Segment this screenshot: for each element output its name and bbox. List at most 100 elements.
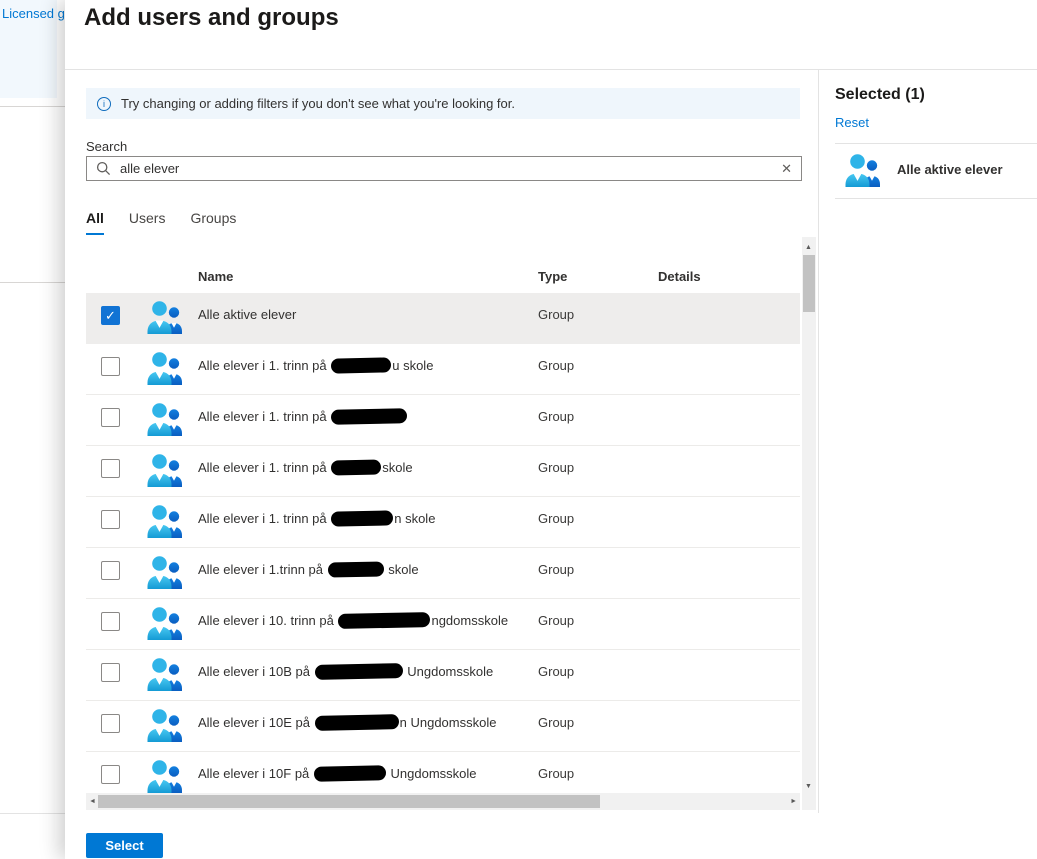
row-checkbox[interactable] bbox=[101, 510, 120, 529]
column-header-details: Details bbox=[658, 269, 701, 284]
row-type: Group bbox=[538, 715, 574, 730]
selected-item[interactable]: Alle aktive elever bbox=[835, 144, 1037, 198]
row-name-prefix: Alle aktive elever bbox=[198, 307, 296, 322]
row-type: Group bbox=[538, 358, 574, 373]
search-box[interactable]: ✕ bbox=[86, 156, 802, 181]
row-checkbox[interactable] bbox=[101, 765, 120, 784]
row-name: Alle aktive elever bbox=[198, 307, 296, 322]
row-name: Alle elever i 10. trinn på ngdomsskole bbox=[198, 613, 508, 628]
scroll-right-arrow-icon[interactable]: ► bbox=[790, 798, 797, 805]
group-icon bbox=[843, 152, 883, 190]
table-row[interactable]: Alle elever i 10F på Ungdomsskole Group bbox=[86, 752, 800, 793]
tab-groups[interactable]: Groups bbox=[190, 210, 236, 235]
row-type: Group bbox=[538, 511, 574, 526]
row-checkbox[interactable] bbox=[101, 459, 120, 478]
row-name-suffix: n skole bbox=[394, 511, 435, 526]
row-name: Alle elever i 10E på n Ungdomsskole bbox=[198, 715, 496, 730]
row-name-prefix: Alle elever i 10. trinn på bbox=[198, 613, 337, 628]
row-name-suffix: Ungdomsskole bbox=[404, 664, 494, 679]
reset-link[interactable]: Reset bbox=[835, 115, 869, 130]
background-divider bbox=[0, 282, 65, 283]
table-row[interactable]: Alle elever i 1.trinn på skole Group bbox=[86, 548, 800, 599]
vertical-scrollbar-thumb[interactable] bbox=[803, 255, 815, 312]
selected-item-name: Alle aktive elever bbox=[897, 162, 1003, 177]
row-checkbox[interactable] bbox=[101, 663, 120, 682]
row-name: Alle elever i 1. trinn på bbox=[198, 409, 408, 424]
tab-bar: All Users Groups bbox=[86, 210, 236, 235]
table-body: Alle aktive elever Group Alle elever i 1… bbox=[86, 293, 800, 793]
row-name-prefix: Alle elever i 1. trinn på bbox=[198, 409, 330, 424]
group-icon bbox=[145, 554, 185, 592]
row-name-prefix: Alle elever i 1. trinn på bbox=[198, 511, 330, 526]
row-name: Alle elever i 1. trinn på n skole bbox=[198, 511, 435, 526]
row-name-suffix: Ungdomsskole bbox=[387, 766, 477, 781]
row-type: Group bbox=[538, 409, 574, 424]
redaction-mark bbox=[331, 357, 391, 373]
table-row[interactable]: Alle elever i 1. trinn på u skole Group bbox=[86, 344, 800, 395]
table-row[interactable]: Alle elever i 10. trinn på ngdomsskole G… bbox=[86, 599, 800, 650]
redaction-mark bbox=[314, 714, 398, 731]
redaction-mark bbox=[314, 765, 386, 782]
row-checkbox[interactable] bbox=[101, 408, 120, 427]
selected-panel-title: Selected (1) bbox=[835, 86, 925, 104]
select-button[interactable]: Select bbox=[86, 833, 163, 858]
row-checkbox[interactable] bbox=[101, 357, 120, 376]
row-checkbox[interactable] bbox=[101, 561, 120, 580]
redaction-mark bbox=[331, 459, 381, 475]
row-name: Alle elever i 1. trinn på u skole bbox=[198, 358, 433, 373]
search-icon bbox=[96, 161, 111, 176]
group-icon bbox=[145, 656, 185, 694]
table-row[interactable]: Alle elever i 1. trinn på Group bbox=[86, 395, 800, 446]
table-row[interactable]: Alle elever i 1. trinn på skole Group bbox=[86, 446, 800, 497]
page-title: Add users and groups bbox=[84, 4, 339, 32]
row-name: Alle elever i 1. trinn på skole bbox=[198, 460, 413, 475]
search-label: Search bbox=[86, 139, 127, 154]
scroll-up-arrow-icon[interactable]: ▲ bbox=[805, 244, 812, 251]
tab-all[interactable]: All bbox=[86, 210, 104, 235]
redaction-mark bbox=[314, 663, 402, 680]
scroll-left-arrow-icon[interactable]: ◄ bbox=[89, 798, 96, 805]
group-icon bbox=[145, 452, 185, 490]
row-checkbox[interactable] bbox=[101, 612, 120, 631]
group-icon bbox=[145, 350, 185, 388]
group-icon bbox=[145, 605, 185, 643]
scroll-down-arrow-icon[interactable]: ▼ bbox=[805, 783, 812, 790]
table-row[interactable]: Alle aktive elever Group bbox=[86, 293, 800, 344]
row-type: Group bbox=[538, 562, 574, 577]
row-name-suffix: skole bbox=[382, 460, 412, 475]
group-icon bbox=[145, 299, 185, 337]
row-name: Alle elever i 10F på Ungdomsskole bbox=[198, 766, 477, 781]
licensed-groups-link[interactable]: Licensed g bbox=[2, 6, 65, 21]
row-name-suffix: skole bbox=[385, 562, 419, 577]
row-name-suffix: ngdomsskole bbox=[431, 613, 508, 628]
sidebar-divider bbox=[835, 198, 1037, 199]
table-row[interactable]: Alle elever i 1. trinn på n skole Group bbox=[86, 497, 800, 548]
add-users-and-groups-panel: Add users and groups i Try changing or a… bbox=[65, 0, 1037, 859]
horizontal-scrollbar[interactable]: ◄ ► bbox=[86, 793, 800, 810]
row-checkbox[interactable] bbox=[101, 306, 120, 325]
row-name-prefix: Alle elever i 1. trinn på bbox=[198, 460, 330, 475]
info-banner-text: Try changing or adding filters if you do… bbox=[121, 96, 515, 111]
info-banner: i Try changing or adding filters if you … bbox=[86, 88, 800, 119]
background-divider bbox=[0, 106, 65, 107]
redaction-mark bbox=[331, 408, 407, 425]
row-type: Group bbox=[538, 307, 574, 322]
redaction-mark bbox=[338, 612, 430, 629]
row-name-suffix: u skole bbox=[392, 358, 433, 373]
row-name: Alle elever i 1.trinn på skole bbox=[198, 562, 419, 577]
search-input[interactable] bbox=[120, 157, 781, 180]
group-icon bbox=[145, 758, 185, 793]
row-type: Group bbox=[538, 613, 574, 628]
table-row[interactable]: Alle elever i 10B på Ungdomsskole Group bbox=[86, 650, 800, 701]
vertical-scrollbar[interactable]: ▲ ▼ bbox=[802, 237, 816, 810]
info-icon: i bbox=[97, 97, 111, 111]
row-checkbox[interactable] bbox=[101, 714, 120, 733]
table-row[interactable]: Alle elever i 10E på n Ungdomsskole Grou… bbox=[86, 701, 800, 752]
row-name-prefix: Alle elever i 10E på bbox=[198, 715, 314, 730]
group-icon bbox=[145, 707, 185, 745]
group-icon bbox=[145, 503, 185, 541]
tab-users[interactable]: Users bbox=[129, 210, 166, 235]
row-type: Group bbox=[538, 664, 574, 679]
horizontal-scrollbar-thumb[interactable] bbox=[98, 795, 600, 808]
clear-search-icon[interactable]: ✕ bbox=[781, 161, 792, 177]
